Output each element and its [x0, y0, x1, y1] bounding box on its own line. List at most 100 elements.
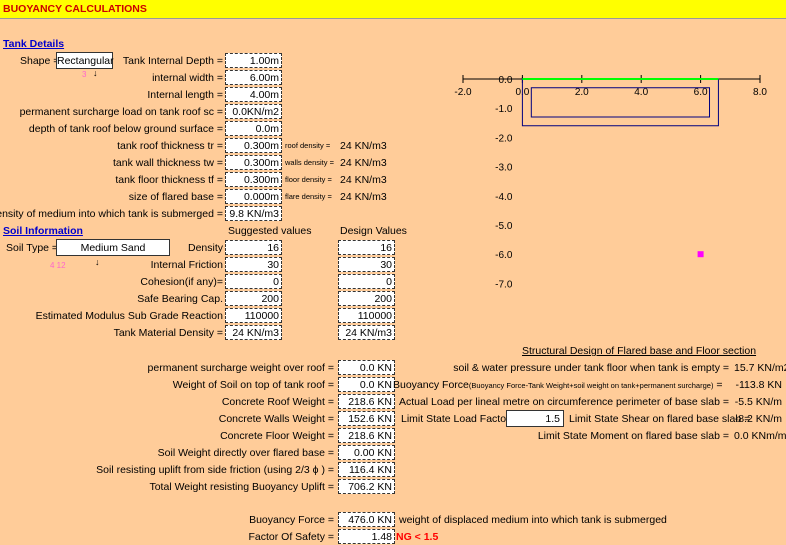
weight-row-value: 706.2 KN: [338, 479, 395, 494]
weight-row-label: Total Weight resisting Buoyancy Uplift =: [149, 481, 334, 493]
page-title: BUOYANCY CALCULATIONS: [3, 3, 147, 15]
tank-row-value[interactable]: 0.000m: [225, 189, 282, 204]
water-level-marker: [697, 251, 704, 258]
y-tick-label: -7.0: [495, 279, 513, 290]
soil-pressure-value: 15.7 KN/m2: [734, 362, 786, 374]
title-bar: BUOYANCY CALCULATIONS: [0, 0, 786, 19]
net-force-label-main: Buoyancy Force: [393, 379, 469, 391]
weight-row-value: 0.00 KN: [338, 445, 395, 460]
weight-row-value: 218.6 KN: [338, 428, 395, 443]
y-tick-label: -3.0: [495, 163, 513, 174]
load-factor-label: Limit State Load Factor =: [401, 413, 519, 425]
density-note-label: walls density =: [285, 158, 334, 167]
weight-row-label: permanent surcharge weight over roof =: [147, 362, 334, 374]
tank-row-label: Tank Internal Depth =: [122, 55, 223, 67]
soil-row-label: Internal Friction: [150, 259, 223, 271]
y-tick-label: -2.0: [495, 133, 513, 144]
load-factor-input[interactable]: 1.5: [506, 410, 564, 427]
soil-row-label: Density: [187, 242, 223, 254]
spreadsheet-sheet: BUOYANCY CALCULATIONS Tank Details Shape…: [0, 0, 786, 545]
weight-row-label: Soil resisting uplift from side friction…: [96, 464, 334, 476]
soil-suggested-value: 200: [225, 291, 282, 306]
soil-type-dropdown[interactable]: Medium Sand: [56, 239, 170, 256]
buoyancy-force-note: weight of displaced medium into which ta…: [399, 514, 667, 526]
tank-details-heading: Tank Details: [3, 38, 65, 50]
tank-row-label: size of flared base =: [128, 191, 223, 203]
soil-suggested-value: 110000: [225, 308, 282, 323]
suggested-values-heading: Suggested values: [228, 225, 312, 237]
tank-row-value[interactable]: 0.300m: [225, 138, 282, 153]
x-tick-label: 8.0: [753, 87, 767, 98]
shape-marker: 3: [82, 70, 87, 79]
buoyancy-force-label: Buoyancy Force =: [249, 514, 334, 526]
tank-row-value[interactable]: 0.0KN/m2: [225, 104, 282, 119]
structural-design-heading: Structural Design of Flared base and Flo…: [522, 345, 757, 357]
net-force-label: Buoyancy Force(Buoyancy Force-Tank Weigh…: [393, 379, 723, 391]
tank-row-value[interactable]: 6.00m: [225, 70, 282, 85]
tank-outer-outline: [521, 78, 719, 127]
soil-design-value[interactable]: 24 KN/m3: [338, 325, 395, 340]
soil-suggested-value: 0: [225, 274, 282, 289]
soil-design-value[interactable]: 200: [338, 291, 395, 306]
y-tick-label: -6.0: [495, 250, 513, 261]
soil-row-label: Safe Bearing Cap.: [137, 293, 223, 305]
density-note-value: 24 KN/m3: [340, 140, 387, 152]
weight-row-label: Soil Weight directly over flared base =: [157, 447, 334, 459]
weight-row-label: Weight of Soil on top of tank roof =: [172, 379, 334, 391]
net-force-value: -113.8 KN: [735, 379, 783, 391]
x-tick-label: -2.0: [454, 87, 472, 98]
weight-row-value: 0.0 KN: [338, 377, 395, 392]
tank-row-label: depth of tank roof below ground surface …: [28, 123, 223, 135]
x-tick-label: 6.0: [694, 87, 708, 98]
x-tick-label: 2.0: [575, 87, 589, 98]
tank-row-value[interactable]: 0.300m: [225, 155, 282, 170]
net-force-label-detail: (Buoyancy Force-Tank Weight+soil weight …: [468, 381, 714, 390]
soil-row-label: Estimated Modulus Sub Grade Reaction: [35, 310, 223, 322]
density-note-value: 24 KN/m3: [340, 157, 387, 169]
tank-row-value[interactable]: 1.00m: [225, 53, 282, 68]
soil-design-value[interactable]: 0: [338, 274, 395, 289]
weight-row-value: 116.4 KN: [338, 462, 395, 477]
tank-row-label: internal width =: [152, 72, 223, 84]
density-note-value: 24 KN/m3: [340, 191, 387, 203]
tank-row-value[interactable]: 4.00m: [225, 87, 282, 102]
soil-row-label: Tank Material Density =: [113, 327, 223, 339]
soil-design-value[interactable]: 30: [338, 257, 395, 272]
actual-load-value: -5.5 KN/m: [734, 396, 782, 408]
soil-pressure-label: soil & water pressure under tank floor w…: [453, 362, 729, 374]
weight-row-label: Concrete Roof Weight =: [221, 396, 334, 408]
weight-row-value: 152.6 KN: [338, 411, 395, 426]
tank-row-label: Internal length =: [147, 89, 223, 101]
density-note-label: flare density =: [285, 192, 332, 201]
soil-design-value[interactable]: 110000: [338, 308, 395, 323]
net-force-equals: =: [716, 379, 723, 391]
soil-type-marker: 4 12: [50, 261, 66, 270]
tank-row-value[interactable]: 0.0m: [225, 121, 282, 136]
shape-label: Shape =: [20, 55, 60, 67]
shape-arrow-icon: ↓: [93, 68, 98, 78]
soil-suggested-value: 24 KN/m3: [225, 325, 282, 340]
weight-row-value: 0.0 KN: [338, 360, 395, 375]
density-note-label: floor density =: [285, 175, 332, 184]
soil-type-label: Soil Type =: [6, 242, 59, 254]
tank-row-label: tank wall thickness tw =: [112, 157, 223, 169]
y-tick-label: -4.0: [495, 192, 513, 203]
density-note-value: 24 KN/m3: [340, 174, 387, 186]
weight-row-value: 218.6 KN: [338, 394, 395, 409]
soil-suggested-value: 30: [225, 257, 282, 272]
tank-row-label: Density of medium into which tank is sub…: [0, 208, 223, 220]
soil-design-value[interactable]: 16: [338, 240, 395, 255]
soil-suggested-value: 16: [225, 240, 282, 255]
x-tick-label: 4.0: [634, 87, 648, 98]
density-note-label: roof density =: [285, 141, 331, 150]
shear-label: Limit State Shear on flared base slab =: [569, 413, 751, 425]
tank-row-value[interactable]: 0.300m: [225, 172, 282, 187]
buoyancy-force-value: 476.0 KN: [338, 512, 395, 527]
factor-of-safety-label: Factor Of Safety =: [248, 531, 335, 543]
design-values-heading: Design Values: [340, 225, 407, 237]
soil-arrow-icon: ↓: [95, 257, 100, 267]
y-tick-label: 0.0: [498, 75, 512, 86]
shape-dropdown[interactable]: Rectangular: [56, 52, 114, 69]
actual-load-label: Actual Load per lineal metre on circumfe…: [398, 396, 729, 408]
tank-row-value[interactable]: 9.8 KN/m3: [225, 206, 282, 221]
